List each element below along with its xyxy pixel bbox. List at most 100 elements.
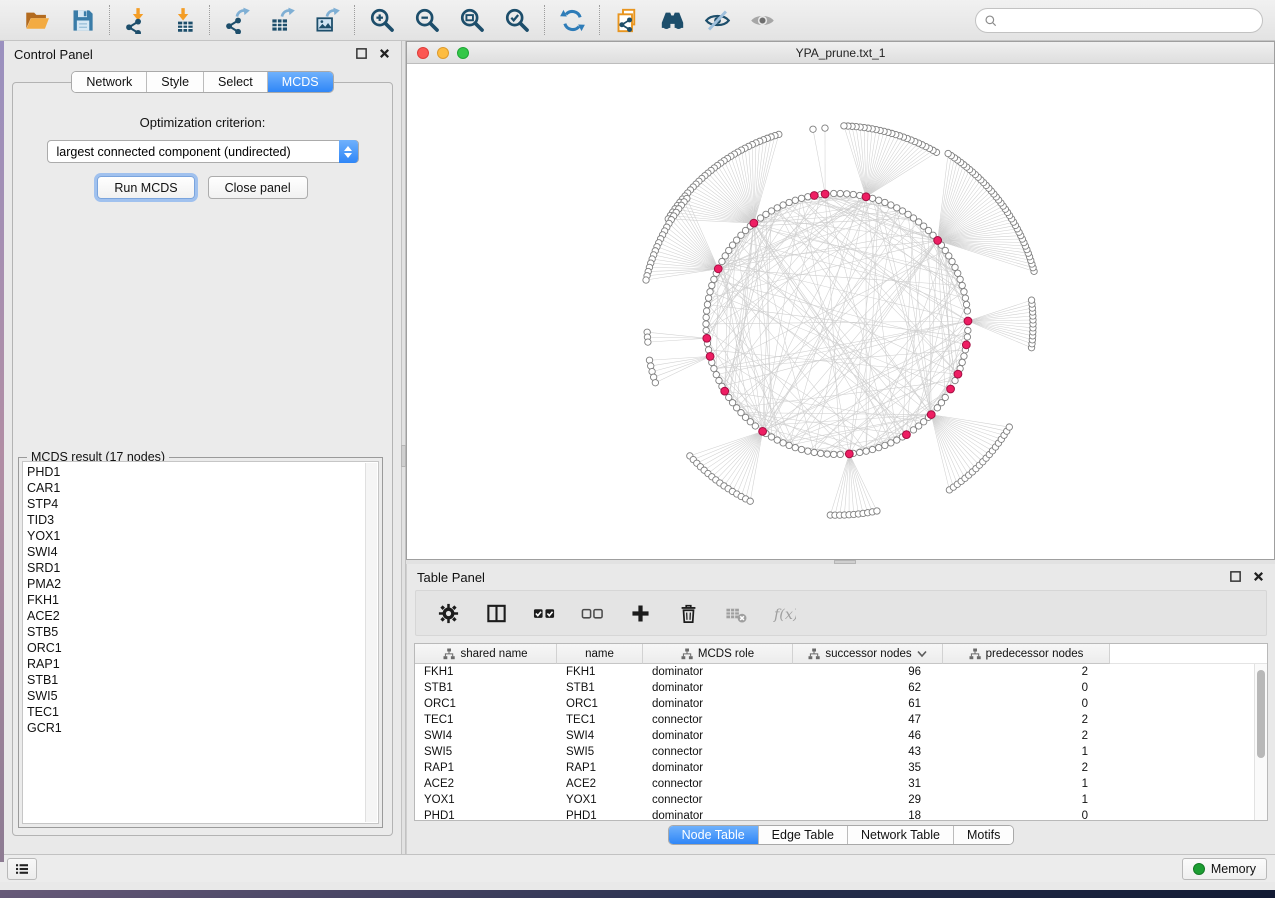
mcds-result-item[interactable]: TID3 [27,512,364,528]
import-network-button[interactable] [123,6,151,34]
tab-select[interactable]: Select [203,72,267,92]
mcds-result-item[interactable]: PMA2 [27,576,364,592]
column-header-name[interactable]: name [557,644,643,664]
network-canvas[interactable] [407,64,1274,559]
show-all-icon [749,7,776,34]
table-row[interactable]: PHD1PHD1dominator180 [415,808,1267,821]
mcds-result-item[interactable]: PHD1 [27,464,364,480]
column-header-mcds-role[interactable]: MCDS role [643,644,793,664]
select-all-columns-icon [533,602,556,625]
network-column-icon [969,648,981,660]
table-cell: 18 [793,808,943,821]
export-network-button[interactable] [223,6,251,34]
search-input[interactable] [998,14,1262,28]
mcds-result-item[interactable]: SWI4 [27,544,364,560]
tab-node-table[interactable]: Node Table [669,826,758,844]
import-table-button[interactable] [168,6,196,34]
unselect-all-columns-button[interactable] [578,599,606,627]
hide-selected-button[interactable] [703,6,731,34]
zoom-selected-button[interactable] [503,6,531,34]
table-row[interactable]: FKH1FKH1dominator962 [415,664,1267,680]
export-image-button[interactable] [313,6,341,34]
network-window-titlebar[interactable]: YPA_prune.txt_1 [407,42,1274,64]
table-row[interactable]: SWI4SWI4dominator462 [415,728,1267,744]
column-header-predecessor-nodes[interactable]: predecessor nodes [943,644,1110,664]
zoom-fit-button[interactable] [458,6,486,34]
table-cell: RAP1 [557,760,643,776]
optimization-criterion-select[interactable]: largest connected component (undirected) [47,140,359,163]
mcds-result-item[interactable]: ACE2 [27,608,364,624]
mcds-result-item[interactable]: STP4 [27,496,364,512]
zoom-in-button[interactable] [368,6,396,34]
mcds-result-item[interactable]: SRD1 [27,560,364,576]
mcds-result-group: MCDS result (17 nodes) PHD1CAR1STP4TID3Y… [18,457,383,828]
table-cell: YOX1 [415,792,557,808]
zoom-out-button[interactable] [413,6,441,34]
refresh-button[interactable] [558,6,586,34]
main-toolbar [0,0,1275,41]
tab-network-table[interactable]: Network Table [847,826,953,844]
create-column-button[interactable] [626,599,654,627]
mcds-result-item[interactable]: TEC1 [27,704,364,720]
memory-button[interactable]: Memory [1182,858,1267,880]
table-cell: 35 [793,760,943,776]
mcds-result-item[interactable]: FKH1 [27,592,364,608]
float-panel-icon[interactable] [355,47,368,60]
network-window: YPA_prune.txt_1 [406,41,1275,560]
column-header-shared-name[interactable]: shared name [415,644,557,664]
maximize-window-icon[interactable] [457,47,469,59]
export-table-button[interactable] [268,6,296,34]
table-cell: ORC1 [415,696,557,712]
show-all-button [748,6,776,34]
delete-column-button[interactable] [674,599,702,627]
close-table-panel-icon[interactable] [1252,570,1265,583]
table-settings-button[interactable] [434,599,462,627]
mcds-result-scrollbar[interactable] [365,463,377,822]
close-window-icon[interactable] [417,47,429,59]
table-scrollbar-thumb[interactable] [1257,670,1265,758]
table-cell: YOX1 [557,792,643,808]
run-mcds-button[interactable]: Run MCDS [97,176,194,199]
select-all-columns-button[interactable] [530,599,558,627]
table-row[interactable]: YOX1YOX1connector291 [415,792,1267,808]
mcds-result-list[interactable]: PHD1CAR1STP4TID3YOX1SWI4SRD1PMA2FKH1ACE2… [22,461,379,824]
close-panel-icon[interactable] [378,47,391,60]
float-table-panel-icon[interactable] [1229,570,1242,583]
task-history-button[interactable] [7,858,37,880]
table-row[interactable]: ACE2ACE2connector311 [415,776,1267,792]
table-cell-filler [1110,776,1267,792]
table-row[interactable]: RAP1RAP1dominator352 [415,760,1267,776]
mcds-result-item[interactable]: CAR1 [27,480,364,496]
table-row[interactable]: ORC1ORC1dominator610 [415,696,1267,712]
mcds-result-item[interactable]: GCR1 [27,720,364,736]
zoom-fit-icon [459,7,486,34]
table-cell: 47 [793,712,943,728]
save-session-button[interactable] [68,6,96,34]
table-cell: connector [643,712,793,728]
table-row[interactable]: SWI5SWI5connector431 [415,744,1267,760]
minimize-window-icon[interactable] [437,47,449,59]
open-file-button[interactable] [23,6,51,34]
mcds-result-item[interactable]: ORC1 [27,640,364,656]
first-neighbors-button[interactable] [658,6,686,34]
table-row[interactable]: TEC1TEC1connector472 [415,712,1267,728]
tab-motifs[interactable]: Motifs [953,826,1013,844]
tab-style[interactable]: Style [146,72,203,92]
column-header-successor-nodes[interactable]: successor nodes [793,644,943,664]
search-box[interactable] [975,8,1263,33]
show-columns-button[interactable] [482,599,510,627]
mcds-result-item[interactable]: SWI5 [27,688,364,704]
tab-mcds[interactable]: MCDS [267,72,333,92]
tab-network[interactable]: Network [72,72,146,92]
mcds-result-item[interactable]: RAP1 [27,656,364,672]
clone-network-button[interactable] [613,6,641,34]
svg-text:f(x): f(x) [773,606,796,622]
node-table[interactable]: shared namenameMCDS rolesuccessor nodesp… [414,643,1268,821]
close-panel-button[interactable]: Close panel [208,176,308,199]
table-row[interactable]: STB1STB1dominator620 [415,680,1267,696]
mcds-result-item[interactable]: STB1 [27,672,364,688]
tab-edge-table[interactable]: Edge Table [758,826,847,844]
table-scrollbar[interactable] [1254,664,1267,820]
mcds-result-item[interactable]: YOX1 [27,528,364,544]
mcds-result-item[interactable]: STB5 [27,624,364,640]
